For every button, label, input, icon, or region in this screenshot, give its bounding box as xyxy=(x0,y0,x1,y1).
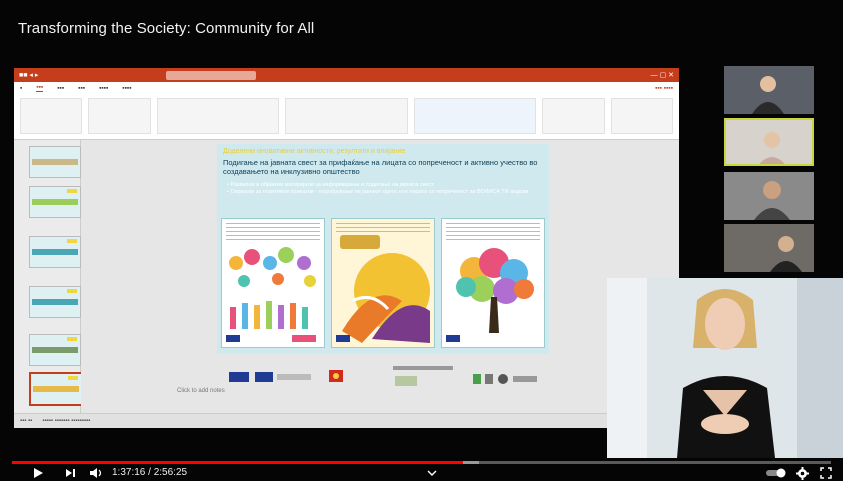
time-total: 2:56:25 xyxy=(153,467,188,478)
interpreter-figure xyxy=(607,278,843,458)
slide-bullet: • Серијали за позитивни приказни - подоб… xyxy=(227,189,529,195)
slide-image-panel-community xyxy=(221,218,325,348)
slide-thumbnail xyxy=(29,334,81,366)
participant-video xyxy=(724,66,814,114)
slide: Доделени иновативни активности, резултат… xyxy=(217,144,549,354)
participant-video xyxy=(726,120,812,164)
time-separator: / xyxy=(145,467,154,478)
ppt-menu-item: ▪▪▪ xyxy=(78,84,86,92)
fullscreen-icon[interactable] xyxy=(818,466,834,480)
add-notes-placeholder: Click to add notes xyxy=(177,388,225,394)
slide-thumbnail xyxy=(29,146,81,178)
ppt-menu-item: ▪▪▪▪ xyxy=(99,84,109,92)
participant-video xyxy=(724,224,814,272)
time-display: 1:37:16 / 2:56:25 xyxy=(112,466,187,480)
time-current: 1:37:16 xyxy=(112,467,146,478)
seek-bar-played xyxy=(12,461,464,464)
community-illustration xyxy=(226,247,316,342)
slide-footer-logos xyxy=(217,362,549,402)
ppt-window-controls: — ▢ ✕ xyxy=(650,72,674,79)
slide-thumbnails xyxy=(14,140,83,414)
partner-logos xyxy=(229,366,537,386)
ppt-status-bar: ▪▪▪ ▪▪ ▪▪▪▪▪ ▪▪▪▪▪▪▪ ▪▪▪▪▪▪▪▪▪ ▪▪▪▪ ▪ ▪ … xyxy=(14,413,679,428)
participant-video xyxy=(724,172,814,220)
ppt-menu-item-active: ▪▪▪ xyxy=(36,84,44,92)
participant-tile-active-speaker xyxy=(724,118,814,166)
sign-language-interpreter-video xyxy=(607,278,843,458)
video-title[interactable]: Transforming the Society: Community for … xyxy=(18,20,314,37)
status-slide-count: ▪▪▪ ▪▪ xyxy=(20,418,33,424)
participant-tile xyxy=(724,66,814,114)
participant-tile xyxy=(724,224,814,272)
seek-bar[interactable] xyxy=(12,461,831,464)
slide-bullet: • Развиени и објавени материјали за инфо… xyxy=(227,182,434,188)
video-player[interactable]: Transforming the Society: Community for … xyxy=(0,0,843,481)
slide-thumbnail xyxy=(29,286,81,318)
ppt-workspace: Доделени иновативни активности, резултат… xyxy=(14,140,679,414)
slide-thumbnail xyxy=(29,236,81,268)
slide-image-panel-hands xyxy=(331,218,435,348)
ppt-ribbon xyxy=(14,94,679,140)
gear-icon[interactable] xyxy=(794,466,810,480)
ppt-menu-bar: ▪ ▪▪▪ ▪▪▪ ▪▪▪ ▪▪▪▪ ▪▪▪▪ ▪▪▪ ▪▪▪▪ xyxy=(14,82,679,94)
hands-illustration xyxy=(336,253,430,343)
ribbon-group xyxy=(285,98,408,134)
ribbon-group xyxy=(542,98,605,134)
shared-screen-powerpoint: ■■ ◂ ▸ — ▢ ✕ ▪ ▪▪▪ ▪▪▪ ▪▪▪ ▪▪▪▪ ▪▪▪▪ ▪▪▪… xyxy=(14,68,679,428)
ppt-menu-item: ▪ xyxy=(20,84,23,92)
tree-illustration xyxy=(446,248,534,342)
chevron-down-icon[interactable] xyxy=(424,466,440,480)
play-icon[interactable] xyxy=(30,466,46,480)
slide-heading-yellow: Доделени иновативни активности, резултат… xyxy=(223,148,406,155)
slide-thumbnail-selected xyxy=(29,372,83,406)
ribbon-group xyxy=(413,98,537,134)
ribbon-group xyxy=(610,98,673,134)
ribbon-group xyxy=(88,98,151,134)
autoplay-toggle[interactable] xyxy=(764,466,788,480)
ribbon-group xyxy=(156,98,280,134)
slide-heading: Подигање на јавната свест за прифаќање н… xyxy=(223,158,538,176)
slide-bullets: • Развиени и објавени материјали за инфо… xyxy=(227,182,528,196)
next-icon[interactable] xyxy=(62,466,78,480)
volume-icon[interactable] xyxy=(88,466,104,480)
ribbon-group xyxy=(20,98,83,134)
ppt-autosave: ■■ ◂ ▸ xyxy=(19,72,39,79)
slide-canvas: Доделени иновативни активности, резултат… xyxy=(81,140,679,414)
ppt-menu-item: ▪▪▪ xyxy=(57,84,65,92)
participant-tile xyxy=(724,172,814,220)
slide-thumbnail xyxy=(29,186,81,218)
slide-image-panel-tree xyxy=(441,218,545,348)
ppt-menu-item: ▪▪▪▪ xyxy=(122,84,132,92)
status-language: ▪▪▪▪▪ ▪▪▪▪▪▪▪ ▪▪▪▪▪▪▪▪▪ xyxy=(42,418,91,424)
ppt-titlebar: ■■ ◂ ▸ — ▢ ✕ xyxy=(14,68,679,82)
ppt-share: ▪▪▪ ▪▪▪▪ xyxy=(655,84,673,92)
panel-label xyxy=(340,235,380,249)
ppt-search-box xyxy=(166,70,257,80)
